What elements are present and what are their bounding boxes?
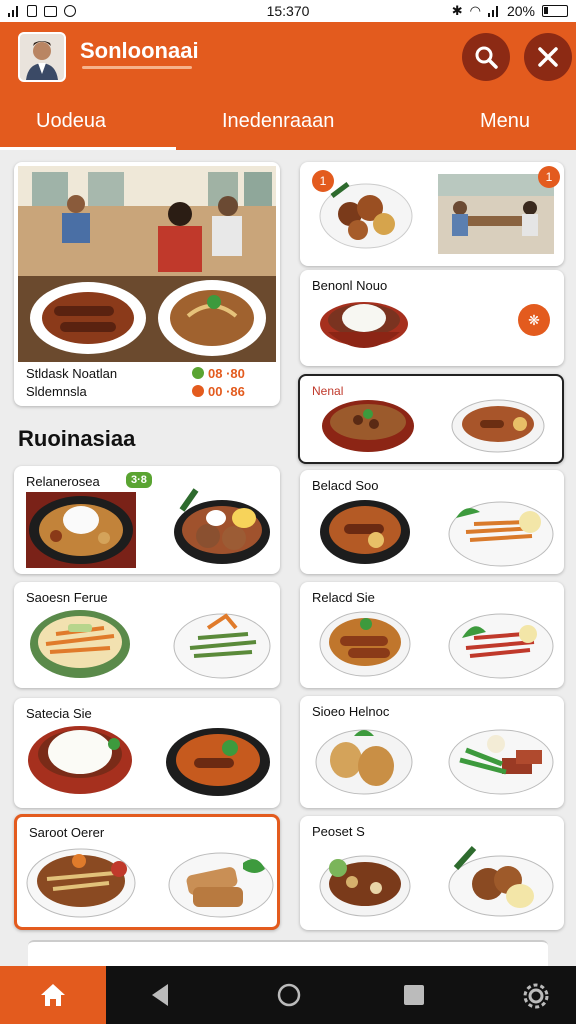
food-card[interactable]: Saoesn Ferue <box>14 582 280 688</box>
tab-menu[interactable]: Menu <box>480 110 530 133</box>
app-bar: Sonloonaai <box>0 22 576 94</box>
tab-inedenraaan[interactable]: Inedenraaan <box>222 110 334 133</box>
featured-restaurant-card[interactable]: Stldask Noatlan Sldemnsla 08 ·80 00 ·86 <box>14 162 280 406</box>
back-icon[interactable] <box>148 982 172 1008</box>
home-icon <box>41 984 65 1006</box>
salad-bowl-image <box>30 610 130 678</box>
card-title: Belacd Soo <box>312 478 379 493</box>
food-card[interactable]: Benonl Nouo ❋ <box>300 270 564 366</box>
food-image <box>319 611 411 677</box>
search-icon <box>475 46 498 69</box>
featured-price-1: 08 ·80 <box>208 366 245 381</box>
tab-bar: Uodeua Inedenraaan Menu <box>0 94 576 150</box>
restaurant-photo <box>438 174 554 254</box>
status-bar: 15:370 ✱ ◠ 20% <box>0 0 576 22</box>
food-image <box>26 848 136 918</box>
salad-bowl-image <box>448 501 554 567</box>
food-image <box>319 855 411 917</box>
price-tag-icon <box>192 385 204 397</box>
bluetooth-icon: ✱ <box>451 3 463 18</box>
salad-bowl-image <box>448 613 554 679</box>
section-title: Ruoinasiaa <box>18 426 136 451</box>
food-image <box>320 500 410 564</box>
count-badge: 1 <box>538 166 560 188</box>
recents-icon[interactable] <box>402 982 426 1008</box>
featured-price-2: 00 ·86 <box>208 384 245 399</box>
sync-icon <box>64 5 76 17</box>
food-image <box>174 488 270 564</box>
price-tag-icon <box>192 367 204 379</box>
avatar[interactable] <box>18 32 66 82</box>
image-icon <box>44 5 57 17</box>
rice-bowl-image <box>320 302 408 348</box>
app-title: Sonloonaai <box>80 38 199 63</box>
card-title: Saroot Oerer <box>29 825 105 840</box>
battery-icon <box>542 5 568 17</box>
food-image <box>322 400 414 452</box>
info-button[interactable]: ❋ <box>518 304 550 336</box>
featured-name: Stldask Noatlan <box>26 366 118 381</box>
card-title: Satecia Sie <box>26 706 92 721</box>
battery-percent: 20% <box>506 3 535 19</box>
signal-icon <box>8 5 20 17</box>
food-card[interactable]: Peoset S <box>300 816 564 930</box>
food-card[interactable]: Relanerosea 3·8 <box>14 466 280 574</box>
food-card[interactable]: 1 1 <box>300 162 564 266</box>
featured-subtitle: Sldemnsla <box>26 384 87 399</box>
food-image <box>319 182 413 249</box>
close-icon <box>538 47 558 67</box>
close-button[interactable] <box>524 33 572 81</box>
food-image <box>448 845 554 917</box>
card-title: Peoset S <box>312 824 365 839</box>
food-card-highlighted[interactable]: Saroot Oerer <box>14 814 280 930</box>
card-title: Benonl Nouo <box>312 278 388 293</box>
tab-uodeua[interactable]: Uodeua <box>36 110 106 133</box>
sim-icon <box>27 5 37 17</box>
card-title: Relanerosea <box>26 474 100 489</box>
food-image <box>315 729 413 795</box>
card-title: Relacd Sie <box>312 590 375 605</box>
food-card[interactable]: Relacd Sie <box>300 582 564 688</box>
app-subtitle-bar <box>82 66 192 69</box>
wifi-icon: ◠ <box>469 3 481 18</box>
card-title: Saoesn Ferue <box>26 590 108 605</box>
food-image <box>26 492 136 568</box>
salad-bowl-image <box>173 613 271 679</box>
curry-bowl-image <box>166 728 270 796</box>
food-card[interactable]: Belacd Soo <box>300 470 564 574</box>
bottom-navigation <box>0 966 576 1024</box>
cell-signal-icon <box>487 5 500 17</box>
food-image <box>448 729 554 795</box>
food-card[interactable]: Satecia Sie <box>14 698 280 808</box>
food-image <box>168 852 274 918</box>
card-title: Sioeo Helnoc <box>312 704 390 719</box>
restaurant-photo <box>18 166 276 362</box>
food-card-selected[interactable]: Nenal <box>298 374 564 464</box>
search-button[interactable] <box>462 33 510 81</box>
food-card[interactable]: Sioeo Helnoc <box>300 696 564 808</box>
rice-bowl-image <box>28 726 132 794</box>
rating-badge: 3·8 <box>126 472 152 488</box>
active-tab-indicator <box>0 147 176 150</box>
home-button[interactable] <box>0 966 106 1024</box>
settings-icon[interactable] <box>522 982 550 1010</box>
home-circle-icon[interactable] <box>276 982 302 1008</box>
curry-bowl-image <box>451 399 545 453</box>
